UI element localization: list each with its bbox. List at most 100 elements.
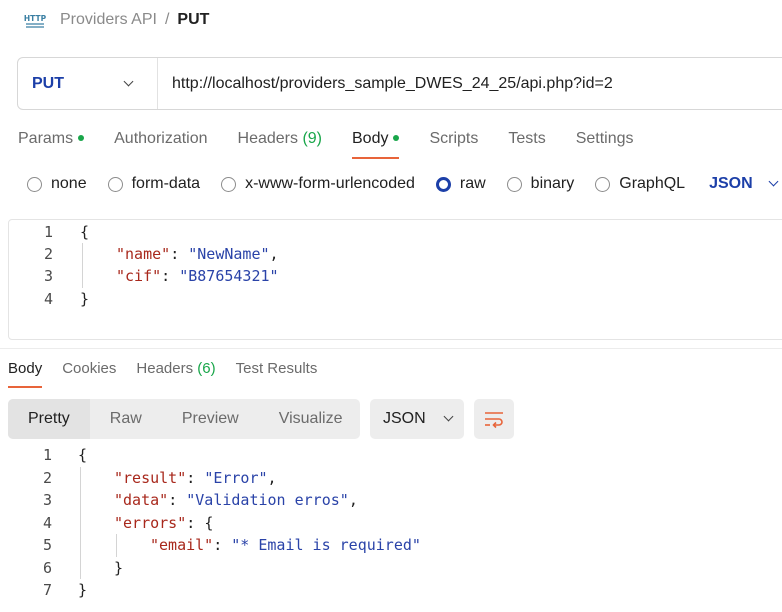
url-bar: PUT [17, 57, 782, 110]
radio-selected-icon [435, 176, 451, 192]
line-number: 7 [42, 581, 52, 599]
tab-label: Body [8, 360, 43, 377]
tab-scripts[interactable]: Scripts [429, 124, 478, 160]
tab-cookies[interactable]: Cookies [62, 355, 116, 389]
radio-circle-icon [506, 176, 522, 192]
response-format-label: JSON [383, 410, 426, 427]
url-input[interactable] [158, 58, 782, 109]
json-value: "Error" [204, 469, 268, 487]
indent-guide [82, 243, 83, 288]
tab-body[interactable]: Body [352, 124, 400, 160]
tab-headers[interactable]: Headers (9) [238, 124, 322, 160]
brace: } [80, 290, 90, 308]
brace: { [78, 446, 88, 464]
json-colon: : [186, 514, 205, 532]
tab-label: Cookies [62, 360, 117, 377]
code-line: "data": "Validation erros", [114, 489, 358, 511]
radio-label: none [51, 175, 87, 192]
json-key: "errors" [114, 514, 187, 532]
code-line: { [80, 221, 89, 243]
tab-label: Settings [575, 130, 634, 147]
tab-count: (6) [197, 360, 216, 377]
json-key: "result" [114, 469, 187, 487]
pane-divider[interactable] [0, 348, 782, 349]
radio-label: binary [530, 175, 575, 192]
method-label: PUT [32, 74, 64, 92]
response-format-select[interactable]: JSON [370, 399, 464, 439]
json-colon: : [213, 536, 232, 554]
line-number: 2 [42, 469, 52, 487]
tab-params[interactable]: Params [18, 124, 85, 160]
json-comma: , [267, 469, 277, 487]
request-name[interactable]: PUT [177, 11, 209, 29]
json-value: "Validation erros" [186, 491, 349, 509]
wrap-lines-button[interactable] [474, 399, 514, 439]
json-key: "name" [116, 245, 171, 263]
breadcrumb-collection-link[interactable]: Providers API [60, 11, 157, 29]
json-colon: : [161, 267, 180, 285]
chevron-down-icon [767, 177, 781, 191]
line-number: 5 [42, 536, 52, 554]
body-format-label: JSON [709, 175, 753, 192]
tab-label: Authorization [114, 130, 208, 147]
view-visualize-button[interactable]: Visualize [259, 399, 363, 439]
active-dot-icon [78, 134, 85, 141]
radio-label: raw [459, 175, 486, 192]
json-key: "cif" [116, 267, 162, 285]
tab-label: Tests [508, 130, 546, 147]
view-pretty-button[interactable]: Pretty [8, 399, 90, 439]
json-key: "email" [150, 536, 214, 554]
code-line: "email": "* Email is required" [150, 534, 421, 556]
view-raw-button[interactable]: Raw [90, 399, 162, 439]
tab-settings[interactable]: Settings [576, 124, 634, 160]
radio-none[interactable]: none [27, 175, 87, 193]
view-preview-button[interactable]: Preview [162, 399, 259, 439]
json-value: "* Email is required" [231, 536, 421, 554]
body-type-options: none form-data x-www-form-urlencoded raw… [27, 170, 781, 198]
tab-tests[interactable]: Tests [508, 124, 545, 160]
code-line: "result": "Error", [114, 467, 277, 489]
line-number: 1 [43, 223, 53, 241]
brace: } [114, 559, 124, 577]
tab-authorization[interactable]: Authorization [114, 124, 207, 160]
tab-label: Headers [237, 130, 303, 147]
radio-circle-icon [221, 176, 237, 192]
brace: } [78, 581, 88, 599]
radio-circle-icon [595, 176, 611, 192]
json-comma: , [348, 491, 358, 509]
radio-circle-icon [107, 176, 123, 192]
tab-test-results[interactable]: Test Results [236, 355, 318, 389]
svg-text:HTTP: HTTP [24, 14, 46, 23]
line-number: 3 [43, 267, 53, 285]
radio-form-data[interactable]: form-data [107, 175, 200, 193]
json-key: "data" [114, 491, 169, 509]
response-body-viewer[interactable]: 1 2 3 4 5 6 7 { "result": "Error", "data… [0, 444, 782, 604]
method-select[interactable]: PUT [18, 58, 158, 109]
radio-label: GraphQL [619, 175, 686, 192]
json-value: "NewName" [188, 245, 270, 263]
radio-binary[interactable]: binary [506, 175, 575, 193]
breadcrumb-separator: / [164, 11, 170, 28]
radio-graphql[interactable]: GraphQL [595, 175, 685, 193]
tab-response-body[interactable]: Body [8, 355, 43, 389]
chevron-down-icon [442, 412, 456, 426]
line-number: 4 [43, 290, 53, 308]
body-format-select[interactable]: JSON [709, 175, 781, 193]
json-comma: , [269, 245, 279, 263]
request-body-editor[interactable]: 1 2 3 4 { "name": "NewName", "cif": "B87… [8, 219, 782, 340]
json-colon: : [186, 469, 205, 487]
tab-response-headers[interactable]: Headers (6) [136, 355, 215, 389]
brace: { [80, 223, 90, 241]
radio-circle-icon [27, 176, 42, 192]
code-line: "cif": "B87654321" [116, 265, 279, 287]
code-line: "name": "NewName", [116, 243, 279, 265]
radio-x-www-form-urlencoded[interactable]: x-www-form-urlencoded [221, 175, 415, 193]
response-tabs: Body Cookies Headers (6) Test Results [8, 355, 337, 389]
radio-raw[interactable]: raw [435, 175, 486, 193]
tab-label: Scripts [429, 130, 479, 147]
tab-label: Headers [136, 360, 198, 377]
code-line: } [80, 288, 89, 310]
line-number: 1 [42, 446, 52, 464]
http-icon: HTTP [24, 9, 47, 31]
tab-label: Body [352, 130, 389, 147]
